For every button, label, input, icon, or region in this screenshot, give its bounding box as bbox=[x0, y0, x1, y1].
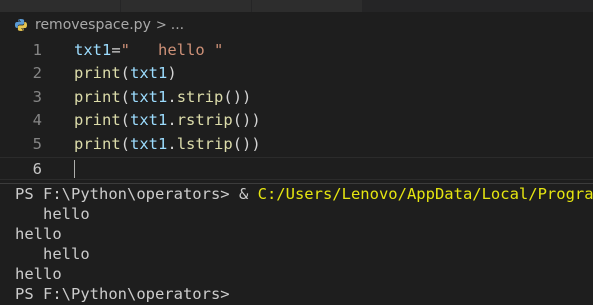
code-token: print bbox=[74, 134, 121, 153]
code-token: print bbox=[74, 64, 121, 83]
code-token: . bbox=[167, 134, 177, 153]
line-number: 1 bbox=[32, 40, 42, 59]
code-line[interactable]: 5 print(txt1.lstrip()) bbox=[0, 133, 593, 157]
code-token: strip bbox=[176, 87, 224, 106]
line-number: 2 bbox=[32, 64, 42, 83]
breadcrumb-file[interactable]: removespace.py bbox=[35, 17, 151, 33]
code-token: txt1 bbox=[130, 87, 168, 106]
code-token: txt1 bbox=[74, 40, 112, 59]
line-number: 6 bbox=[32, 159, 42, 178]
code-token: rstrip bbox=[176, 111, 233, 130]
code-text: print(txt1.lstrip()) bbox=[74, 133, 261, 157]
vscode-window: removespace.py > ... 1 txt1=" hello " 2 pri… bbox=[0, 0, 593, 305]
tab-strip bbox=[0, 0, 593, 12]
breadcrumb: removespace.py > ... bbox=[0, 12, 593, 38]
code-token: print bbox=[74, 87, 121, 106]
code-text: print(txt1) bbox=[74, 62, 177, 86]
tab[interactable] bbox=[121, 0, 251, 12]
code-line[interactable]: 2 print(txt1) bbox=[0, 62, 593, 86]
code-token: ( bbox=[120, 134, 131, 153]
code-token: ()) bbox=[223, 87, 252, 106]
tab[interactable] bbox=[0, 0, 120, 12]
code-token: ( bbox=[120, 64, 131, 83]
code-token: txt1 bbox=[130, 134, 168, 153]
terminal-prompt: PS F:\Python\operators> bbox=[15, 285, 230, 303]
code-token: ()) bbox=[232, 134, 261, 153]
output-line: hello bbox=[15, 225, 62, 243]
terminal-line: PS F:\Python\operators> & C:/Users/Lenov… bbox=[15, 184, 593, 204]
code-editor[interactable]: 1 txt1=" hello " 2 print(txt1) 3 print(txt1.s… bbox=[0, 38, 593, 183]
code-line[interactable]: 3 print(txt1.strip()) bbox=[0, 86, 593, 110]
call-operator: & bbox=[238, 185, 258, 203]
output-line: hello bbox=[15, 205, 90, 223]
code-line[interactable]: 6 bbox=[0, 156, 593, 181]
code-token: ( bbox=[120, 87, 131, 106]
chevron-right-icon: > bbox=[155, 17, 167, 33]
line-number: 3 bbox=[32, 87, 42, 106]
code-token: " hello " bbox=[120, 40, 224, 59]
line-number: 4 bbox=[32, 111, 42, 130]
code-text: txt1=" hello " bbox=[74, 39, 223, 63]
code-token: ( bbox=[120, 111, 131, 130]
code-token: print bbox=[74, 111, 121, 130]
python-icon bbox=[14, 18, 28, 32]
code-token: txt1 bbox=[130, 111, 168, 130]
code-token: lstrip bbox=[176, 134, 233, 153]
code-token: ()) bbox=[232, 111, 261, 130]
code-token: ) bbox=[167, 64, 177, 83]
output-line: hello bbox=[15, 265, 62, 283]
code-token: . bbox=[167, 111, 177, 130]
code-line[interactable]: 4 print(txt1.rstrip()) bbox=[0, 109, 593, 133]
line-number: 5 bbox=[32, 134, 42, 153]
output-line: hello bbox=[15, 245, 90, 263]
code-token: = bbox=[111, 40, 121, 59]
code-token: . bbox=[167, 87, 177, 106]
prompt: PS F:\Python\operators> bbox=[15, 185, 239, 203]
command-path: C:/Users/Lenovo/AppData/Local/Programs/ bbox=[257, 185, 593, 203]
code-line[interactable]: 1 txt1=" hello " bbox=[0, 39, 593, 63]
tab[interactable] bbox=[252, 0, 362, 12]
terminal-panel[interactable]: PS F:\Python\operators> & C:/Users/Lenov… bbox=[0, 184, 593, 305]
code-token: txt1 bbox=[130, 64, 168, 83]
code-text: print(txt1.rstrip()) bbox=[74, 109, 261, 133]
breadcrumb-more[interactable]: ... bbox=[171, 17, 184, 33]
code-text: print(txt1.strip()) bbox=[74, 86, 251, 110]
